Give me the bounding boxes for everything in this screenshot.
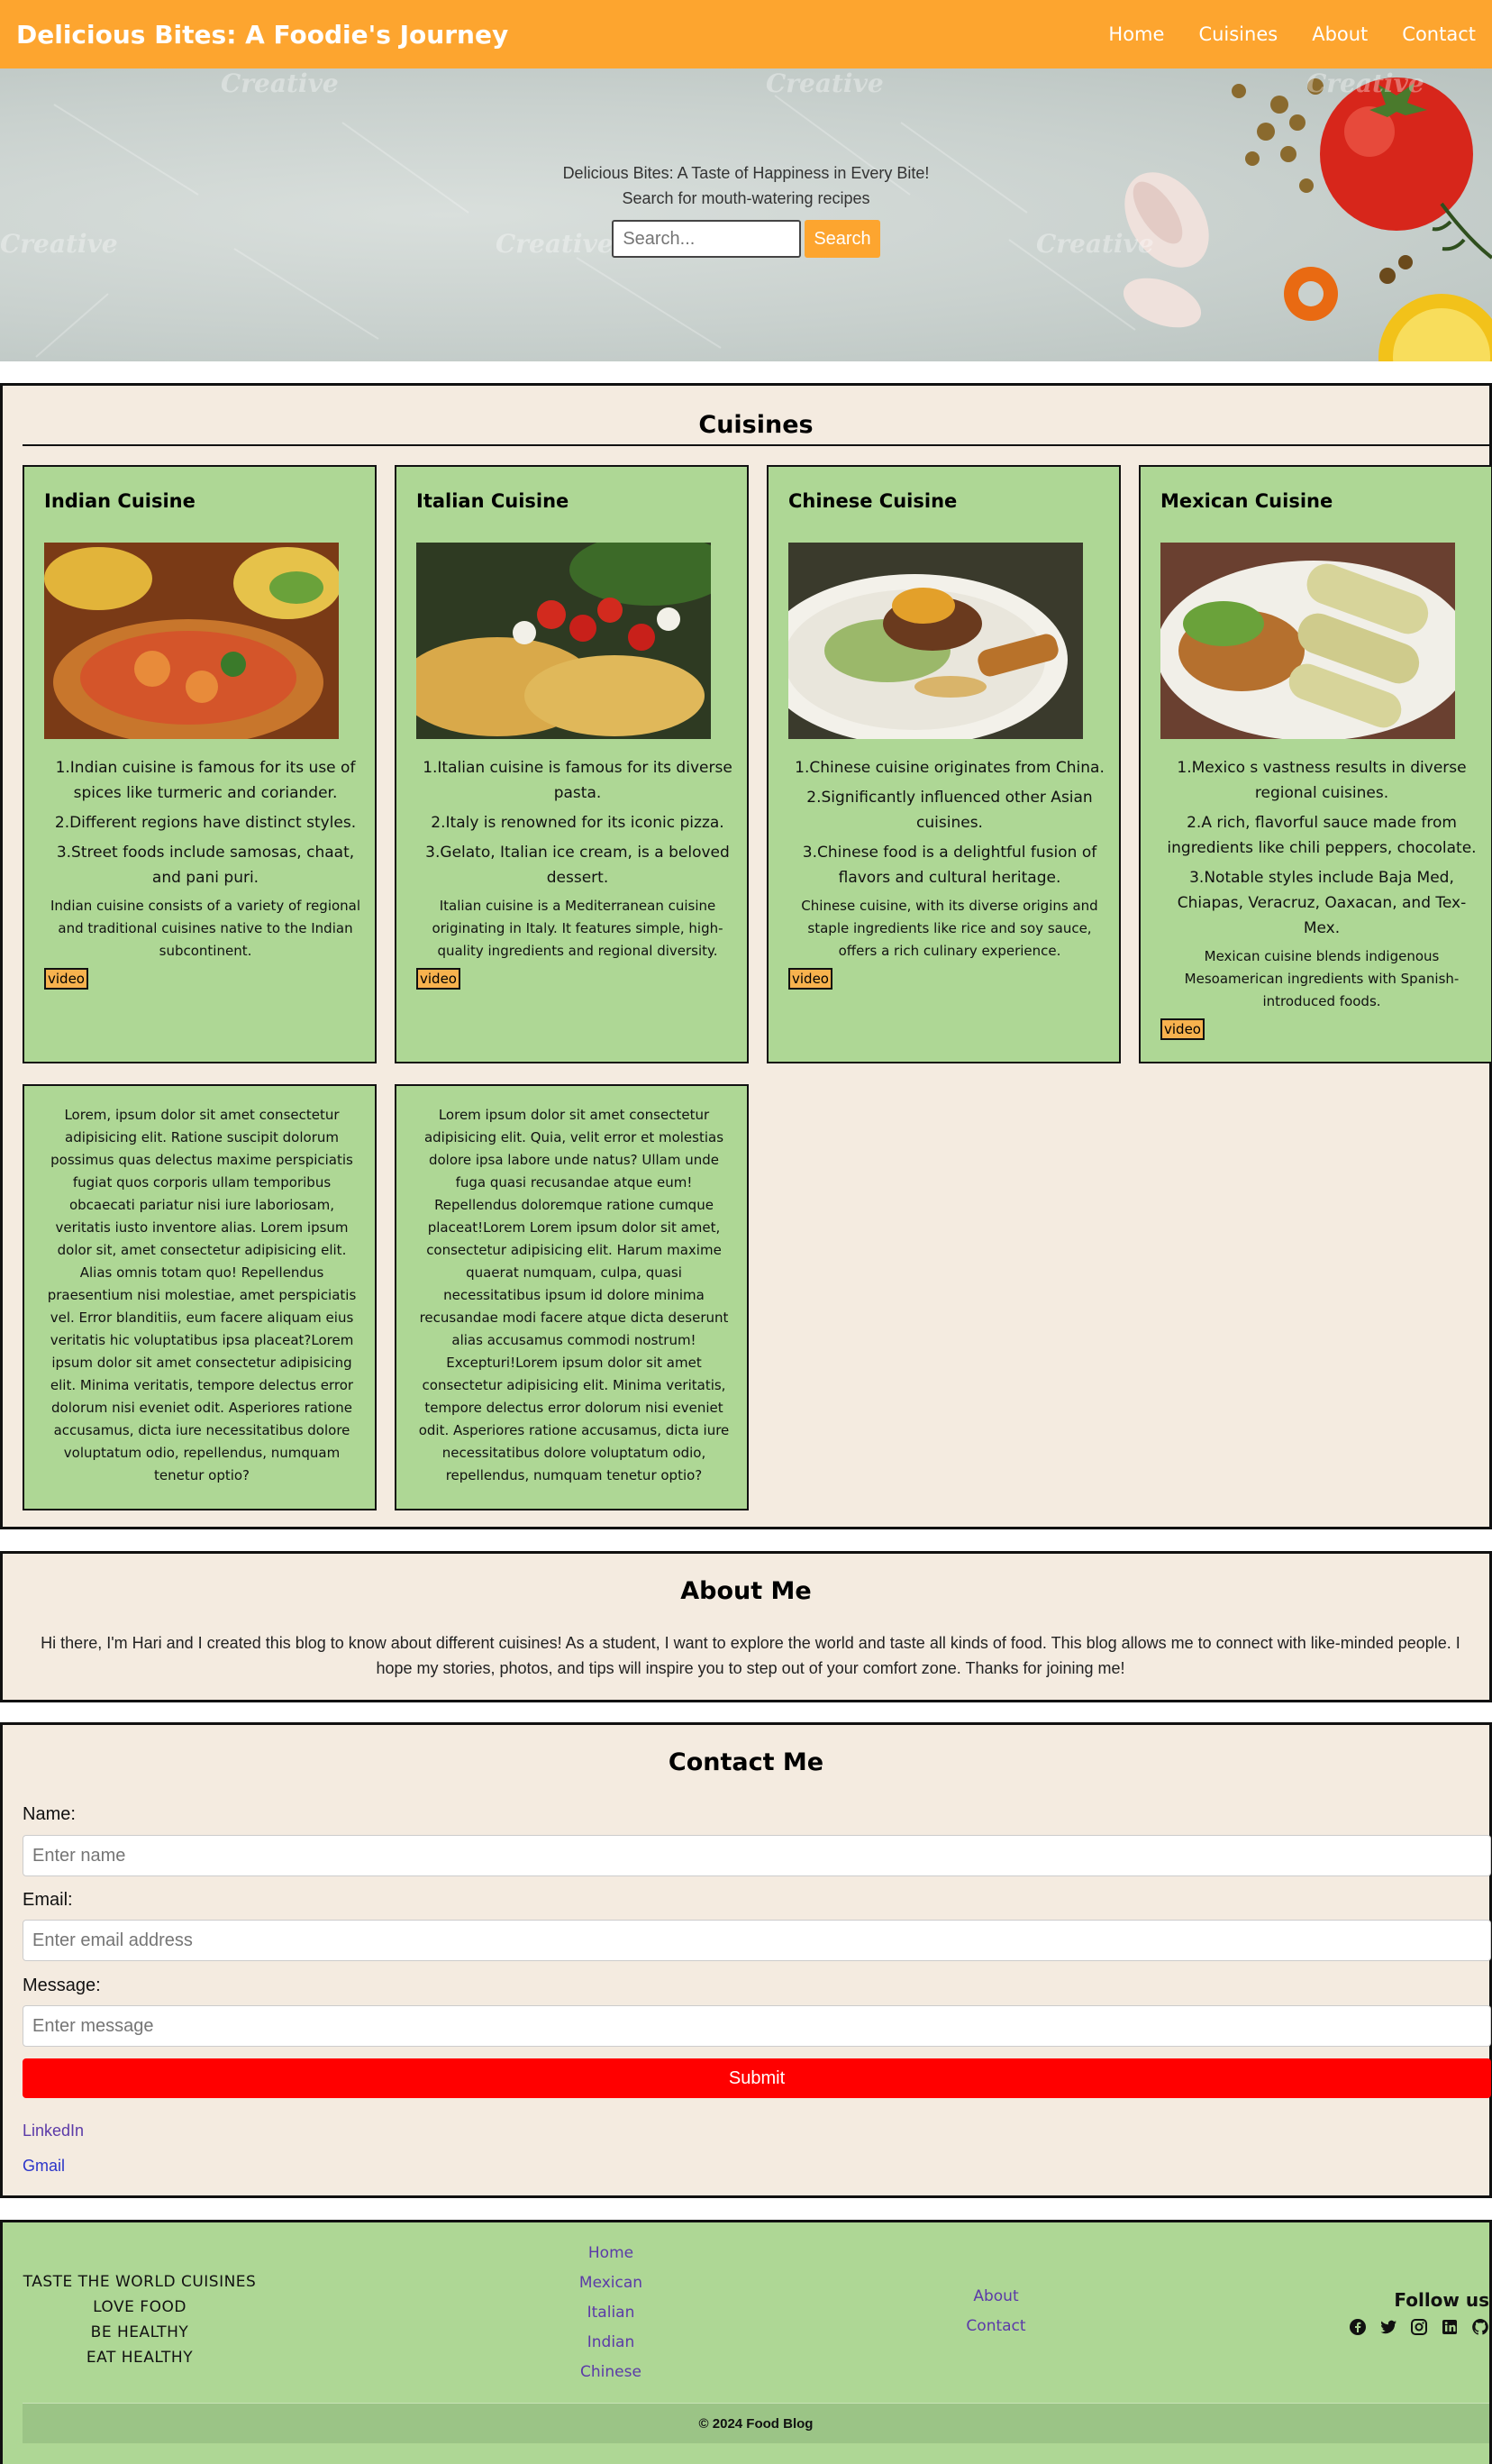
mexican-food-image [1160, 543, 1455, 739]
linkedin-icon[interactable] [1441, 2318, 1459, 2336]
list-item: 1.Indian cuisine is famous for its use o… [55, 759, 356, 802]
gmail-link[interactable]: Gmail [23, 2157, 65, 2176]
nav-link-home[interactable]: Home [1108, 23, 1164, 45]
footer-tagline-line: LOVE FOOD [93, 2298, 186, 2316]
card-title: Mexican Cuisine [1160, 490, 1333, 512]
twitter-icon[interactable] [1379, 2318, 1397, 2336]
name-field[interactable] [23, 1835, 1491, 1876]
follow-us: Follow us [1350, 2289, 1489, 2336]
hero-banner: Creative Creative Creative Creative Crea… [0, 68, 1492, 361]
card-description: Indian cuisine consists of a variety of … [50, 898, 361, 959]
video-button[interactable]: video [788, 968, 832, 990]
footer-link-chinese[interactable]: Chinese [543, 2358, 678, 2387]
about-section: About Me Hi there, I'm Hari and I create… [0, 1551, 1492, 1702]
cuisine-card-mexican: Mexican Cuisine 1.Mexico s vastness resu… [1139, 465, 1492, 1063]
submit-button[interactable]: Submit [23, 2058, 1491, 2098]
italian-food-image [416, 543, 711, 739]
card-body: 1.Chinese cuisine originates from China.… [788, 755, 1111, 990]
video-button[interactable]: video [1160, 1018, 1205, 1040]
message-label: Message: [23, 1976, 101, 1995]
card-body: 1.Indian cuisine is famous for its use o… [44, 755, 367, 990]
footer-tagline-line: TASTE THE WORLD CUISINES [23, 2273, 257, 2291]
nav-link-contact[interactable]: Contact [1402, 23, 1476, 45]
list-item: 1.Chinese cuisine originates from China. [795, 759, 1105, 777]
card-body: 1.Mexico s vastness results in diverse r… [1160, 755, 1483, 1040]
nav-link-cuisines[interactable]: Cuisines [1198, 23, 1278, 45]
list-item: 2.Different regions have distinct styles… [54, 814, 357, 832]
navbar: Delicious Bites: A Foodie's Journey Home… [0, 0, 1492, 68]
cuisines-section: Cuisines Indian Cuisine 1.Indian cuisine… [0, 383, 1492, 1529]
lorem-text: Lorem ipsum dolor sit amet consectetur a… [418, 1107, 730, 1483]
chinese-food-image [788, 543, 1083, 739]
instagram-icon[interactable] [1410, 2318, 1428, 2336]
list-item: 2.Significantly influenced other Asian c… [806, 789, 1093, 832]
card-title: Chinese Cuisine [788, 490, 958, 512]
footer-link-contact[interactable]: Contact [931, 2312, 1061, 2341]
search-input[interactable] [612, 220, 802, 258]
list-item: 1.Mexico s vastness results in diverse r… [1177, 759, 1467, 802]
card-points: 1.Italian cuisine is famous for its dive… [416, 755, 739, 890]
hero-content: Delicious Bites: A Taste of Happiness in… [0, 68, 1492, 361]
name-label: Name: [23, 1804, 76, 1824]
search-bar: Search [612, 220, 880, 258]
list-item: 2.Italy is renowned for its iconic pizza… [431, 814, 724, 832]
cuisines-title: Cuisines [23, 411, 1489, 446]
list-item: 3.Notable styles include Baja Med, Chiap… [1177, 869, 1467, 937]
nav-links: Home Cuisines About Contact [1108, 23, 1476, 45]
card-points: 1.Chinese cuisine originates from China.… [788, 755, 1111, 890]
footer-tagline-line: BE HEALTHY [90, 2323, 189, 2341]
video-button[interactable]: video [416, 968, 460, 990]
nav-link-about[interactable]: About [1312, 23, 1368, 45]
follow-title: Follow us [1394, 2289, 1489, 2311]
email-label: Email: [23, 1890, 73, 1910]
footer-tagline-line: EAT HEALTHY [86, 2349, 194, 2367]
facebook-icon[interactable] [1349, 2318, 1367, 2336]
video-button[interactable]: video [44, 968, 88, 990]
search-button[interactable]: Search [805, 220, 880, 258]
list-item: 3.Street foods include samosas, chaat, a… [56, 844, 355, 887]
about-title: About Me [680, 1577, 812, 1605]
card-body: 1.Italian cuisine is famous for its dive… [416, 755, 739, 990]
contact-title: Contact Me [668, 1748, 824, 1776]
card-title: Indian Cuisine [44, 490, 196, 512]
hero-tagline: Delicious Bites: A Taste of Happiness in… [562, 164, 930, 182]
email-field[interactable] [23, 1920, 1491, 1961]
list-item: 3.Gelato, Italian ice cream, is a belove… [425, 844, 730, 887]
list-item: 1.Italian cuisine is famous for its dive… [423, 759, 732, 802]
contact-section: Contact Me Name: Email: Message: Submit … [0, 1722, 1492, 2198]
cuisine-card-chinese: Chinese Cuisine 1.Chinese cuisine origin… [767, 465, 1121, 1063]
site-brand[interactable]: Delicious Bites: A Foodie's Journey [16, 20, 508, 50]
lorem-card: Lorem ipsum dolor sit amet consectetur a… [395, 1084, 749, 1510]
copyright: © 2024 Food Blog [23, 2403, 1489, 2443]
footer-link-mexican[interactable]: Mexican [543, 2268, 678, 2298]
footer-link-italian[interactable]: Italian [543, 2298, 678, 2328]
cuisine-card-italian: Italian Cuisine 1.Italian cuisine is fam… [395, 465, 749, 1063]
indian-food-image [44, 543, 339, 739]
card-points: 1.Indian cuisine is famous for its use o… [44, 755, 367, 890]
footer-link-home[interactable]: Home [543, 2239, 678, 2268]
message-field[interactable] [23, 2005, 1491, 2047]
card-title: Italian Cuisine [416, 490, 569, 512]
card-points: 1.Mexico s vastness results in diverse r… [1160, 755, 1483, 941]
footer-links-cuisines: Home Mexican Italian Indian Chinese [543, 2239, 678, 2387]
footer-links-info: About Contact [931, 2282, 1061, 2341]
footer-tagline: TASTE THE WORLD CUISINES LOVE FOOD BE HE… [23, 2269, 257, 2370]
footer: TASTE THE WORLD CUISINES LOVE FOOD BE HE… [0, 2220, 1492, 2464]
about-text: Hi there, I'm Hari and I created this bl… [41, 1634, 1460, 1677]
social-icons [1350, 2318, 1489, 2336]
lorem-card: Lorem, ipsum dolor sit amet consectetur … [23, 1084, 377, 1510]
list-item: 3.Chinese food is a delightful fusion of… [802, 844, 1097, 887]
hero-subline: Search for mouth-watering recipes [622, 189, 870, 207]
linkedin-link[interactable]: LinkedIn [23, 2122, 84, 2140]
list-item: 2.A rich, flavorful sauce made from ingr… [1167, 814, 1477, 857]
card-description: Chinese cuisine, with its diverse origin… [801, 898, 1098, 959]
lorem-text: Lorem, ipsum dolor sit amet consectetur … [47, 1107, 357, 1483]
card-description: Mexican cuisine blends indigenous Mesoam… [1184, 948, 1460, 1009]
cuisine-card-indian: Indian Cuisine 1.Indian cuisine is famou… [23, 465, 377, 1063]
footer-link-indian[interactable]: Indian [543, 2328, 678, 2358]
github-icon[interactable] [1471, 2318, 1489, 2336]
footer-link-about[interactable]: About [931, 2282, 1061, 2312]
card-description: Italian cuisine is a Mediterranean cuisi… [432, 898, 723, 959]
